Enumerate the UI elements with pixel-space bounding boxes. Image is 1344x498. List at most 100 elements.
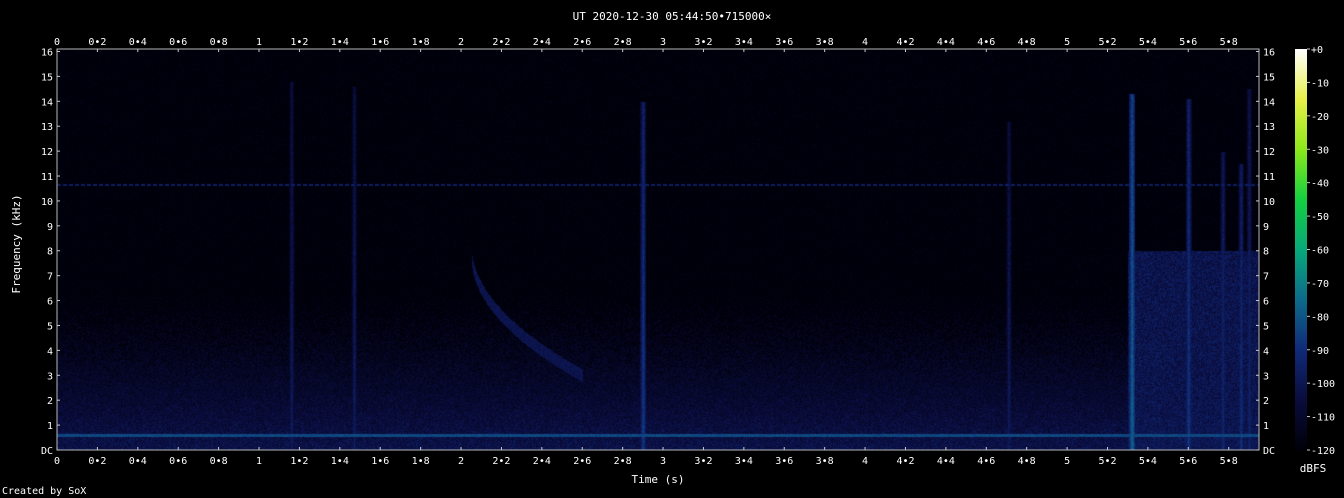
x-top-tick-label: 0•8	[210, 37, 228, 48]
x-top-tick-label: 0	[54, 37, 60, 48]
x-bottom-tick-label: 5•2	[1098, 456, 1116, 467]
y-right-tick-label: 14	[1263, 97, 1275, 108]
x-bottom-tick-label: 3•8	[816, 456, 834, 467]
y-right-tick-label: 4	[1263, 346, 1269, 357]
x-top-tick-label: 0•2	[88, 37, 106, 48]
x-top-tick-label: 2•2	[492, 37, 510, 48]
x-bottom-tick-label: 5•4	[1139, 456, 1157, 467]
colorbar-tick-label: -110	[1311, 413, 1335, 424]
colorbar-tick-label: +0	[1311, 45, 1323, 56]
x-top-tick-label: 1•6	[371, 37, 389, 48]
y-left-tick-label: 6	[47, 297, 53, 308]
y-left-tick-label: 4	[47, 346, 53, 357]
x-top-tick-label: 3	[660, 37, 666, 48]
y-right-tick-label: 15	[1263, 72, 1275, 83]
x-bottom-tick-label: 0•4	[129, 456, 147, 467]
x-top-tick-label: 1	[256, 37, 262, 48]
y-left-tick-label: 15	[41, 72, 53, 83]
x-bottom-tick-label: 4•8	[1018, 456, 1036, 467]
x-bottom-tick-label: 3•2	[694, 456, 712, 467]
y-left-tick-label: 1	[47, 421, 53, 432]
x-bottom-tick-label: 1•4	[331, 456, 349, 467]
x-bottom-tick-label: 1•6	[371, 456, 389, 467]
colorbar-tick-label: -120	[1311, 446, 1335, 457]
colorbar-tick-label: -40	[1311, 179, 1329, 190]
x-top-tick-label: 4•8	[1018, 37, 1036, 48]
colorbar-tick-label: -90	[1311, 346, 1329, 357]
x-top-tick-label: 5•8	[1220, 37, 1238, 48]
y-right-tick-label: 8	[1263, 247, 1269, 258]
y-right-tick-label: DC	[1263, 446, 1275, 457]
chart-title: UT 2020-12-30 05:44:50•715000×	[573, 10, 772, 23]
y-left-tick-label: 3	[47, 371, 53, 382]
y-right-tick-label: 7	[1263, 272, 1269, 283]
colorbar-tick-label: -20	[1311, 112, 1329, 123]
x-top-tick-label: 0•4	[129, 37, 147, 48]
x-top-tick-label: 1•4	[331, 37, 349, 48]
x-top-tick-label: 2•6	[573, 37, 591, 48]
y-right-tick-label: 10	[1263, 197, 1275, 208]
x-top-tick-label: 2	[458, 37, 464, 48]
colorbar-gradient	[1295, 49, 1307, 450]
y-right-tick-label: 11	[1263, 172, 1275, 183]
y-left-tick-label: 5	[47, 321, 53, 332]
colorbar-label: dBFS	[1300, 462, 1327, 475]
colorbar-tick-label: -30	[1311, 145, 1329, 156]
x-bottom-tick-label: 3	[660, 456, 666, 467]
x-bottom-tick-label: 2•2	[492, 456, 510, 467]
x-bottom-tick-label: 2•4	[533, 456, 551, 467]
x-bottom-tick-label: 2•8	[614, 456, 632, 467]
x-bottom-tick-label: 1•2	[290, 456, 308, 467]
x-top-tick-label: 4•6	[977, 37, 995, 48]
x-top-tick-label: 5	[1064, 37, 1070, 48]
y-left-tick-label: 7	[47, 272, 53, 283]
x-bottom-tick-label: 4•2	[896, 456, 914, 467]
colorbar-tick-label: -100	[1311, 379, 1335, 390]
colorbar-tick-label: -70	[1311, 279, 1329, 290]
colorbar-tick-label: -60	[1311, 246, 1329, 257]
y-right-tick-label: 13	[1263, 122, 1275, 133]
y-left-tick-label: 2	[47, 396, 53, 407]
colorbar-ticks: +0 -10 -20 -30 -40 -50 -60 -70 -80 -90 -100 -110 -12…	[1307, 45, 1335, 457]
spectrogram-figure: UT 2020-12-30 05:44:50•715000× 0 0•2 0•4 0•…	[2, 10, 1335, 497]
x-top-tick-label: 0•6	[169, 37, 187, 48]
y-right-tick-label: 16	[1263, 47, 1275, 58]
x-top-tick-label: 5•4	[1139, 37, 1157, 48]
spectrogram-plot	[56, 48, 1260, 451]
y-axis-label: Frequency (kHz)	[10, 194, 23, 293]
x-bottom-tick-label: 5	[1064, 456, 1070, 467]
y-left-tick-label: 16	[41, 47, 53, 58]
x-bottom-tick-label: 2•6	[573, 456, 591, 467]
y-right-tick-label: 3	[1263, 371, 1269, 382]
colorbar-tick-label: -80	[1311, 312, 1329, 323]
colorbar: +0 -10 -20 -30 -40 -50 -60 -70 -80 -90 -100 -110 -12…	[1295, 45, 1335, 475]
y-left-tick-label: 14	[41, 97, 53, 108]
x-top-tick-label: 4•2	[896, 37, 914, 48]
x-top-tick-label: 3•4	[735, 37, 753, 48]
x-bottom-tick-label: 4•6	[977, 456, 995, 467]
x-bottom-tick-label: 5•8	[1220, 456, 1238, 467]
created-by-credit: Created by SoX	[2, 486, 86, 497]
x-bottom-tick-label: 3•4	[735, 456, 753, 467]
y-right-tick-label: 6	[1263, 297, 1269, 308]
colorbar-tick-label: -50	[1311, 212, 1329, 223]
x-top-tick-label: 3•8	[816, 37, 834, 48]
y-left-tick-label: 9	[47, 222, 53, 233]
x-top-tick-label: 3•6	[775, 37, 793, 48]
x-top-tick-label: 1•2	[290, 37, 308, 48]
x-bottom-tick-label: 4	[862, 456, 868, 467]
y-left-tick-label: 8	[47, 247, 53, 258]
y-left-tick-label: 13	[41, 122, 53, 133]
x-top-tick-label: 4	[862, 37, 868, 48]
x-bottom-tick-label: 1•8	[412, 456, 430, 467]
x-bottom-tick-label: 2	[458, 456, 464, 467]
x-bottom-tick-label: 1	[256, 456, 262, 467]
x-bottom-tick-label: 3•6	[775, 456, 793, 467]
x-axis-label: Time (s)	[632, 473, 685, 486]
y-left-tick-label: DC	[41, 446, 53, 457]
x-top-tick-label: 4•4	[937, 37, 955, 48]
x-top-tick-label: 3•2	[694, 37, 712, 48]
x-top-tick-label: 2•8	[614, 37, 632, 48]
x-bottom-tick-label: 0	[54, 456, 60, 467]
x-bottom-tick-label: 0•6	[169, 456, 187, 467]
